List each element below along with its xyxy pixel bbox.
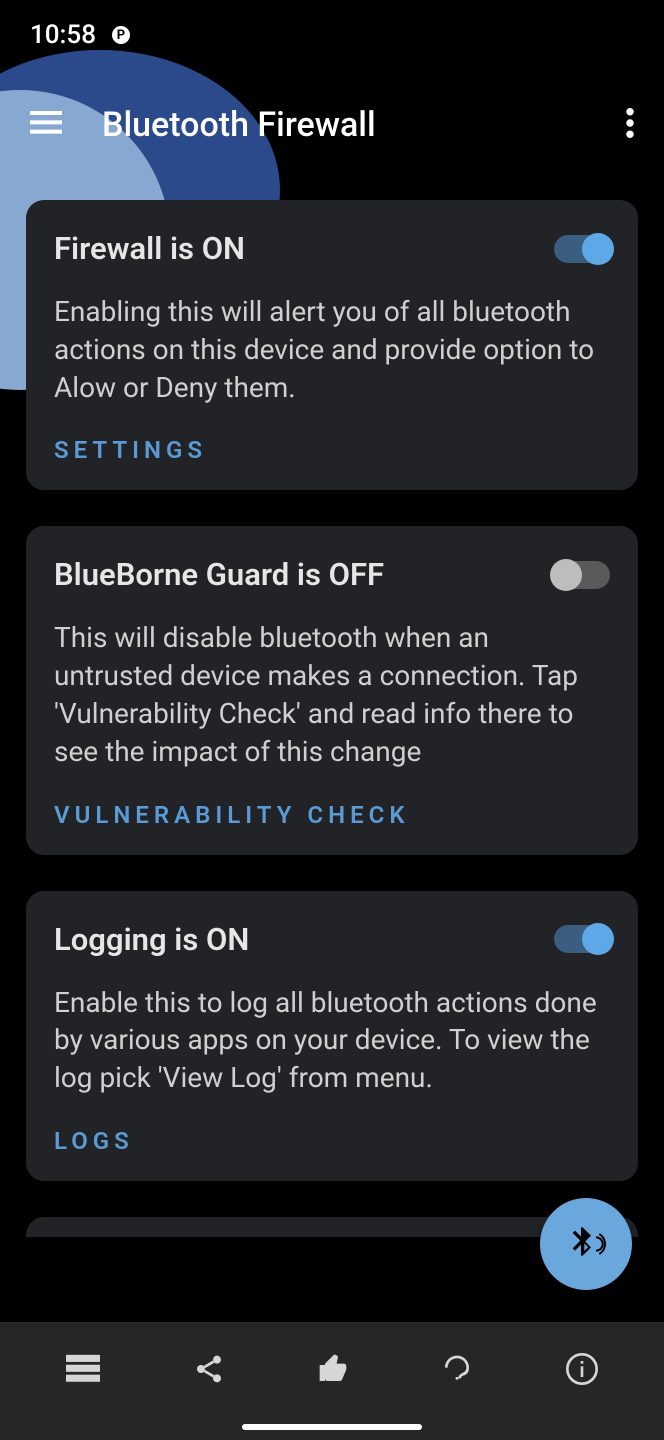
nav-info-button[interactable] (552, 1339, 612, 1403)
logs-button[interactable]: LOGS (54, 1127, 610, 1155)
alarm-icon (544, 19, 570, 52)
nav-share-button[interactable] (179, 1339, 239, 1403)
logging-card: Logging is ON Enable this to log all blu… (26, 891, 638, 1181)
firewall-card-title: Firewall is ON (54, 230, 245, 267)
logging-card-desc: Enable this to log all bluetooth actions… (54, 984, 610, 1097)
menu-button[interactable] (20, 101, 72, 149)
nav-like-button[interactable] (303, 1339, 363, 1403)
shield-icon (146, 19, 168, 52)
wifi-icon (580, 20, 608, 50)
nav-list-button[interactable] (52, 1340, 114, 1402)
app-title: Bluetooth Firewall (102, 105, 616, 145)
content-area: Firewall is ON Enabling this will alert … (0, 180, 664, 1237)
firewall-card-desc: Enabling this will alert you of all blue… (54, 293, 610, 406)
vulnerability-check-button[interactable]: VULNERABILITY CHECK (54, 801, 610, 829)
blueborne-card-desc: This will disable bluetooth when an untr… (54, 619, 610, 770)
bottom-nav (0, 1322, 664, 1440)
blueborne-card: BlueBorne Guard is OFF This will disable… (26, 526, 638, 854)
bluetooth-scan-fab[interactable] (540, 1198, 632, 1290)
firewall-card: Firewall is ON Enabling this will alert … (26, 200, 638, 490)
status-time: 10:58 (30, 20, 96, 50)
firewall-toggle[interactable] (554, 235, 610, 263)
home-indicator[interactable] (242, 1424, 422, 1430)
logging-toggle[interactable] (554, 925, 610, 953)
app-bar: Bluetooth Firewall (0, 70, 664, 180)
profile-dot-icon: P (112, 26, 130, 44)
blueborne-card-title: BlueBorne Guard is OFF (54, 556, 384, 593)
blueborne-toggle[interactable] (554, 561, 610, 589)
nav-help-button[interactable] (427, 1339, 487, 1403)
settings-button[interactable]: SETTINGS (54, 436, 610, 464)
logging-card-title: Logging is ON (54, 921, 249, 958)
battery-icon (618, 19, 634, 52)
more-button[interactable] (616, 98, 644, 152)
